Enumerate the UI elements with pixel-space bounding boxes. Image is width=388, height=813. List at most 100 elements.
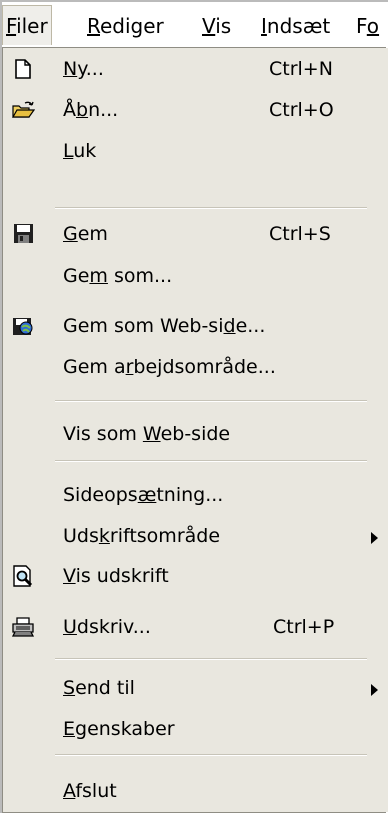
menu-filer-label: iler	[16, 14, 48, 38]
menu-item-gem-som-label: Gem som...	[63, 256, 172, 296]
menu-vis[interactable]: Vis	[202, 2, 231, 50]
aabn-mnemonic: b	[76, 99, 89, 121]
menu-indsaet-label: ndsæt	[266, 14, 331, 38]
menu-item-sideopsaetning[interactable]: Sideopsætning...	[3, 475, 387, 515]
egenskaber-mnemonic: E	[63, 718, 76, 740]
menu-item-luk[interactable]: Luk	[3, 131, 387, 171]
gem-som-mnemonic: m	[89, 265, 108, 287]
luk-post: uk	[73, 140, 97, 162]
menu-item-ny[interactable]: Ny... Ctrl+N	[3, 49, 387, 89]
menu-item-udskriv[interactable]: Udskriv... Ctrl+P	[3, 607, 387, 647]
menu-item-gem-som-web-side-label: Gem som Web-side...	[63, 306, 265, 346]
menu-item-vis-som-web-side-label: Vis som Web-side	[63, 414, 230, 454]
gem-web-pre: Gem som Web-si	[63, 315, 224, 337]
save-web-icon	[13, 318, 33, 335]
menu-item-ny-label: Ny...	[63, 49, 104, 89]
menu-item-gem-som[interactable]: Gem som...	[3, 256, 387, 296]
menu-item-sideopsaetning-label: Sideopsætning...	[63, 475, 223, 515]
menu-item-afslut[interactable]: Afslut	[3, 771, 387, 811]
menu-item-udskriv-label: Udskriv...	[63, 607, 151, 647]
udskriv-post: dskriv...	[76, 616, 151, 638]
menu-item-udskriftsomraade-label: Udskriftsområde	[63, 516, 220, 556]
vis-web-mnemonic: W	[142, 423, 161, 445]
menu-item-udskriftsomraade[interactable]: Udskriftsområde	[3, 516, 387, 556]
egenskaber-post: genskaber	[75, 718, 175, 740]
gem-som-post: som...	[107, 265, 173, 287]
afslut-post: fslut	[75, 780, 117, 802]
menu-item-aabn-shortcut: Ctrl+O	[269, 99, 334, 121]
submenu-arrow-icon	[371, 684, 378, 696]
menu-item-luk-label: Luk	[63, 131, 96, 171]
gem-web-mnemonic: d	[223, 315, 236, 337]
sideops-post: tning...	[156, 484, 224, 506]
menu-bar: Filer Rediger Vis Indsæt Fo	[2, 2, 388, 50]
menu-item-send-til-label: Send til	[63, 668, 135, 708]
menu-separator	[55, 658, 367, 660]
menu-rediger-mnemonic: R	[87, 14, 100, 38]
menu-item-gem-shortcut: Ctrl+S	[269, 223, 331, 245]
gem-som-pre: Ge	[63, 265, 90, 287]
gem-post: em	[77, 223, 108, 245]
vis-udskrift-post: is udskrift	[75, 565, 169, 587]
menu-item-egenskaber-label: Egenskaber	[63, 709, 175, 749]
ny-mnemonic: N	[63, 58, 78, 80]
udskriftsomr-mnemonic: k	[98, 525, 110, 547]
ny-post: y...	[77, 58, 104, 80]
aabn-post: n...	[88, 99, 119, 121]
menu-item-udskriv-shortcut: Ctrl+P	[273, 616, 335, 638]
menu-separator	[55, 754, 367, 756]
menu-filer-mnemonic: F	[6, 14, 17, 38]
menu-item-vis-udskrift[interactable]: Vis udskrift	[3, 556, 387, 596]
print-preview-icon	[13, 565, 33, 587]
separator-band	[3, 454, 387, 476]
send-til-post: end til	[75, 677, 135, 699]
send-til-mnemonic: S	[63, 677, 76, 699]
open-folder-icon	[11, 101, 35, 118]
menu-vis-mnemonic: V	[202, 14, 216, 38]
menu-rediger[interactable]: Rediger	[87, 2, 164, 50]
separator-band	[3, 387, 387, 409]
sideops-pre: Sideops	[63, 484, 138, 506]
menu-item-gem-arbejdsomraade-label: Gem arbejdsområde...	[63, 347, 276, 387]
menu-separator	[55, 207, 367, 209]
menu-item-afslut-label: Afslut	[63, 771, 117, 811]
menu-item-send-til[interactable]: Send til	[3, 668, 387, 708]
menu-item-gem-som-web-side[interactable]: Gem som Web-side...	[3, 306, 387, 346]
aabn-pre: Å	[63, 99, 76, 121]
menu-indsaet[interactable]: Indsæt	[261, 2, 330, 50]
menu-item-aabn-label: Åbn...	[63, 90, 118, 130]
menu-item-aabn[interactable]: Åbn... Ctrl+O	[3, 90, 387, 130]
udskriftsomr-pre: Uds	[63, 525, 99, 547]
menu-rediger-label: ediger	[100, 14, 164, 38]
afslut-mnemonic: A	[63, 780, 76, 802]
sideops-mnemonic: æ	[137, 484, 157, 506]
menu-formater-label-pre: F	[356, 14, 367, 38]
separator-band	[3, 172, 387, 194]
gem-web-post: e...	[235, 315, 266, 337]
menu-item-vis-som-web-side[interactable]: Vis som Web-side	[3, 414, 387, 454]
menu-item-gem-label: Gem	[63, 214, 108, 254]
menu-item-gem[interactable]: Gem Ctrl+S	[3, 214, 387, 254]
submenu-arrow-icon	[371, 532, 378, 544]
save-disk-icon	[14, 224, 33, 243]
menu-formater[interactable]: Fo	[356, 2, 379, 50]
vis-udskrift-mnemonic: V	[63, 565, 76, 587]
printer-icon	[11, 617, 35, 637]
menu-item-gem-arbejdsomraade[interactable]: Gem arbejdsområde...	[3, 347, 387, 387]
vis-web-post: eb-side	[160, 423, 231, 445]
gem-mnemonic: G	[63, 223, 78, 245]
menu-vis-label: is	[215, 14, 232, 38]
udskriv-mnemonic: U	[63, 616, 77, 638]
new-document-icon	[15, 59, 31, 79]
filer-dropdown-menu: Ny... Ctrl+N Åbn... Ctrl+O Luk Gem Ctrl+…	[2, 47, 388, 813]
separator-band	[3, 749, 387, 771]
udskriftsomr-post: riftsområde	[109, 525, 221, 547]
menu-item-ny-shortcut: Ctrl+N	[269, 58, 333, 80]
menu-filer[interactable]: Filer	[2, 5, 52, 45]
luk-mnemonic: L	[63, 140, 74, 162]
menu-separator	[55, 460, 367, 462]
gem-arb-pre: Gem a	[63, 356, 126, 378]
menu-item-egenskaber[interactable]: Egenskaber	[3, 709, 387, 749]
menu-formater-mnemonic: o	[366, 14, 380, 38]
menu-item-vis-udskrift-label: Vis udskrift	[63, 556, 169, 596]
